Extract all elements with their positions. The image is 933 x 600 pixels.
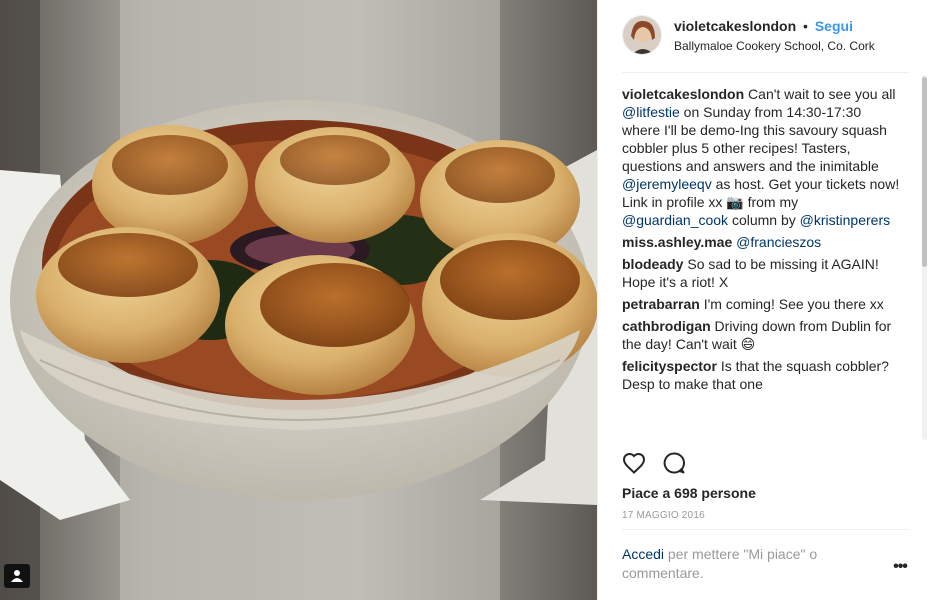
comment-icon[interactable] — [662, 451, 686, 475]
comments-list[interactable]: violetcakeslondon Can't wait to see you … — [622, 85, 902, 440]
comment-username[interactable]: petrabarran — [622, 296, 700, 312]
comment-text: column by — [728, 212, 800, 228]
post-photo[interactable] — [0, 0, 597, 600]
scrollbar-thumb[interactable] — [922, 77, 927, 267]
mention-link[interactable]: @francieszos — [736, 234, 821, 250]
comment-username[interactable]: felicityspector — [622, 358, 717, 374]
comment-username[interactable]: miss.ashley.mae — [622, 234, 732, 250]
comment-item: miss.ashley.mae @francieszos — [622, 233, 902, 251]
comment-username[interactable]: blodeady — [622, 256, 683, 272]
comment-item: violetcakeslondon Can't wait to see you … — [622, 85, 902, 229]
post-header: violetcakeslondon • Segui Ballymaloe Coo… — [598, 0, 933, 74]
avatar[interactable] — [622, 15, 662, 55]
mention-link[interactable]: @guardian_cook — [622, 212, 728, 228]
comment-username[interactable]: cathbrodigan — [622, 318, 711, 334]
more-options-icon[interactable]: ••• — [890, 559, 910, 578]
mention-link[interactable]: @jeremyleeqv — [622, 176, 712, 192]
heart-icon[interactable] — [622, 451, 646, 475]
comments-scrollbar[interactable] — [920, 75, 928, 440]
footer-divider — [622, 529, 909, 530]
action-bar — [622, 446, 910, 480]
likes-count[interactable]: Piace a 698 persone — [622, 484, 756, 502]
comment-username[interactable]: violetcakeslondon — [622, 86, 744, 102]
follow-button[interactable]: Segui — [815, 18, 853, 34]
login-link[interactable]: Accedi — [622, 546, 664, 562]
comment-text: Can't wait to see you all — [744, 86, 896, 102]
comment-item: cathbrodigan Driving down from Dublin fo… — [622, 317, 902, 353]
comment-item: felicityspector Is that the squash cobbl… — [622, 357, 902, 393]
comment-text: I'm coming! See you there xx — [699, 296, 884, 312]
person-tag-icon[interactable] — [4, 564, 30, 588]
login-prompt: Accedi per mettere "Mi piace" o commenta… — [622, 545, 872, 583]
post-sidebar: violetcakeslondon • Segui Ballymaloe Coo… — [597, 0, 933, 600]
cobbler-dish-image — [0, 0, 597, 600]
separator-dot: • — [803, 18, 808, 34]
mention-link[interactable]: @kristinperers — [800, 212, 890, 228]
post-date[interactable]: 17 MAGGIO 2016 — [622, 510, 705, 522]
comment-item: petrabarran I'm coming! See you there xx — [622, 295, 902, 313]
header-divider — [622, 72, 909, 73]
location-link[interactable]: Ballymaloe Cookery School, Co. Cork — [674, 38, 875, 54]
comment-item: blodeady So sad to be missing it AGAIN! … — [622, 255, 902, 291]
username-link[interactable]: violetcakeslondon — [674, 18, 796, 34]
mention-link[interactable]: @litfestie — [622, 104, 680, 120]
